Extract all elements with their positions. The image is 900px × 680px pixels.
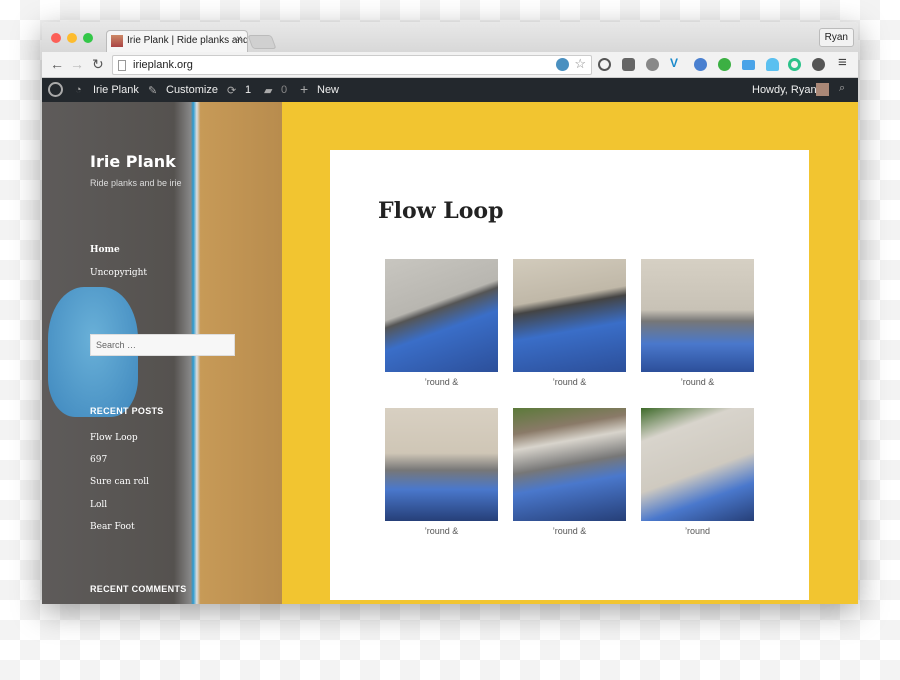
gallery-caption: ’round & <box>424 377 459 387</box>
new-link[interactable]: New <box>317 84 339 96</box>
cast-icon[interactable] <box>742 60 755 70</box>
vimeo-icon[interactable]: V <box>670 56 683 70</box>
menu-icon[interactable]: ≡ <box>838 54 847 71</box>
updates-icon: ⟳ <box>227 85 237 97</box>
recent-post-link[interactable]: 697 <box>90 455 107 465</box>
back-icon[interactable]: ← <box>50 56 64 72</box>
grammarly-icon[interactable] <box>788 58 801 71</box>
gallery-caption: ’round & <box>424 526 459 536</box>
globe-icon[interactable] <box>694 58 707 71</box>
minimize-window-button[interactable] <box>67 33 77 43</box>
gallery-image[interactable] <box>385 408 498 521</box>
recent-posts-heading: RECENT POSTS <box>90 406 164 416</box>
favicon-icon <box>111 35 123 47</box>
gallery-caption: ’round & <box>552 526 587 536</box>
gallery-image[interactable] <box>513 408 626 521</box>
wordpress-icon[interactable] <box>646 58 659 71</box>
hangouts-icon[interactable] <box>718 58 731 71</box>
page-icon <box>118 60 126 71</box>
url-text: irieplank.org <box>133 59 193 71</box>
updates-count[interactable]: 1 <box>245 84 251 96</box>
recent-post-link[interactable]: Sure can roll <box>90 477 149 487</box>
wordpress-logo-icon[interactable] <box>48 82 63 97</box>
recent-post-link[interactable]: Loll <box>90 500 107 510</box>
recent-post-link[interactable]: Flow Loop <box>90 433 138 443</box>
tab-active[interactable]: Irie Plank | Ride planks and × <box>106 30 248 52</box>
site-tagline: Ride planks and be irie <box>90 178 182 188</box>
howdy-link[interactable]: Howdy, Ryan <box>752 84 817 96</box>
wp-admin-bar: ◔ Irie Plank ✎ Customize ⟳ 1 ▰ 0 + New H… <box>42 78 858 102</box>
new-tab-button[interactable] <box>247 35 277 49</box>
ghostery-icon[interactable] <box>766 58 779 71</box>
1password-icon[interactable] <box>598 58 611 71</box>
plus-icon: + <box>300 81 309 97</box>
tab-title: Irie Plank | Ride planks and <box>127 35 248 46</box>
browser-toolbar: ← → ↻ irieplank.org ☆ V ≡ <box>42 52 858 78</box>
close-window-button[interactable] <box>51 33 61 43</box>
star-icon[interactable]: ☆ <box>574 56 586 72</box>
site-name-link[interactable]: Irie Plank <box>93 84 139 96</box>
avatar[interactable] <box>816 83 829 96</box>
menu-item-home[interactable]: Home <box>90 245 120 255</box>
brush-icon: ✎ <box>148 85 158 97</box>
main-content: Flow Loop ’round & ’round & ’round & ’ro… <box>282 102 858 604</box>
gallery-image[interactable] <box>513 259 626 372</box>
gallery-caption: ’round & <box>680 377 715 387</box>
search-icon[interactable]: ⌕ <box>839 82 845 95</box>
forward-icon[interactable]: → <box>70 56 84 72</box>
gallery-caption: ’round <box>684 526 711 536</box>
post-title: Flow Loop <box>378 198 504 224</box>
customize-link[interactable]: Customize <box>166 84 218 96</box>
evernote-icon[interactable] <box>812 58 825 71</box>
recent-post-link[interactable]: Bear Foot <box>90 522 135 532</box>
site-title[interactable]: Irie Plank <box>90 152 176 171</box>
recent-comments-heading: RECENT COMMENTS <box>90 584 187 594</box>
profile-button[interactable]: Ryan <box>818 28 854 47</box>
menu-item-uncopyright[interactable]: Uncopyright <box>90 268 147 278</box>
address-bar[interactable]: irieplank.org ☆ <box>112 55 592 75</box>
sidebar: Irie Plank Ride planks and be irie Home … <box>42 102 282 604</box>
maximize-window-button[interactable] <box>83 33 93 43</box>
search-input[interactable]: Search … <box>90 334 235 356</box>
pocket-icon[interactable] <box>622 58 635 71</box>
post-card: Flow Loop ’round & ’round & ’round & ’ro… <box>330 150 809 600</box>
close-tab-icon[interactable]: × <box>236 34 242 45</box>
gallery-image[interactable] <box>641 408 754 521</box>
dashboard-icon: ◔ <box>75 84 82 96</box>
browser-window: Irie Plank | Ride planks and × Ryan ← → … <box>42 22 858 604</box>
tab-bar: Irie Plank | Ride planks and × Ryan <box>42 22 858 52</box>
reload-icon[interactable]: ↻ <box>92 56 104 73</box>
gallery-image[interactable] <box>641 259 754 372</box>
wordpress-icon[interactable] <box>556 58 569 71</box>
comment-icon: ▰ <box>264 85 273 97</box>
comments-count[interactable]: 0 <box>281 84 287 96</box>
gallery-image[interactable] <box>385 259 498 372</box>
gallery-caption: ’round & <box>552 377 587 387</box>
